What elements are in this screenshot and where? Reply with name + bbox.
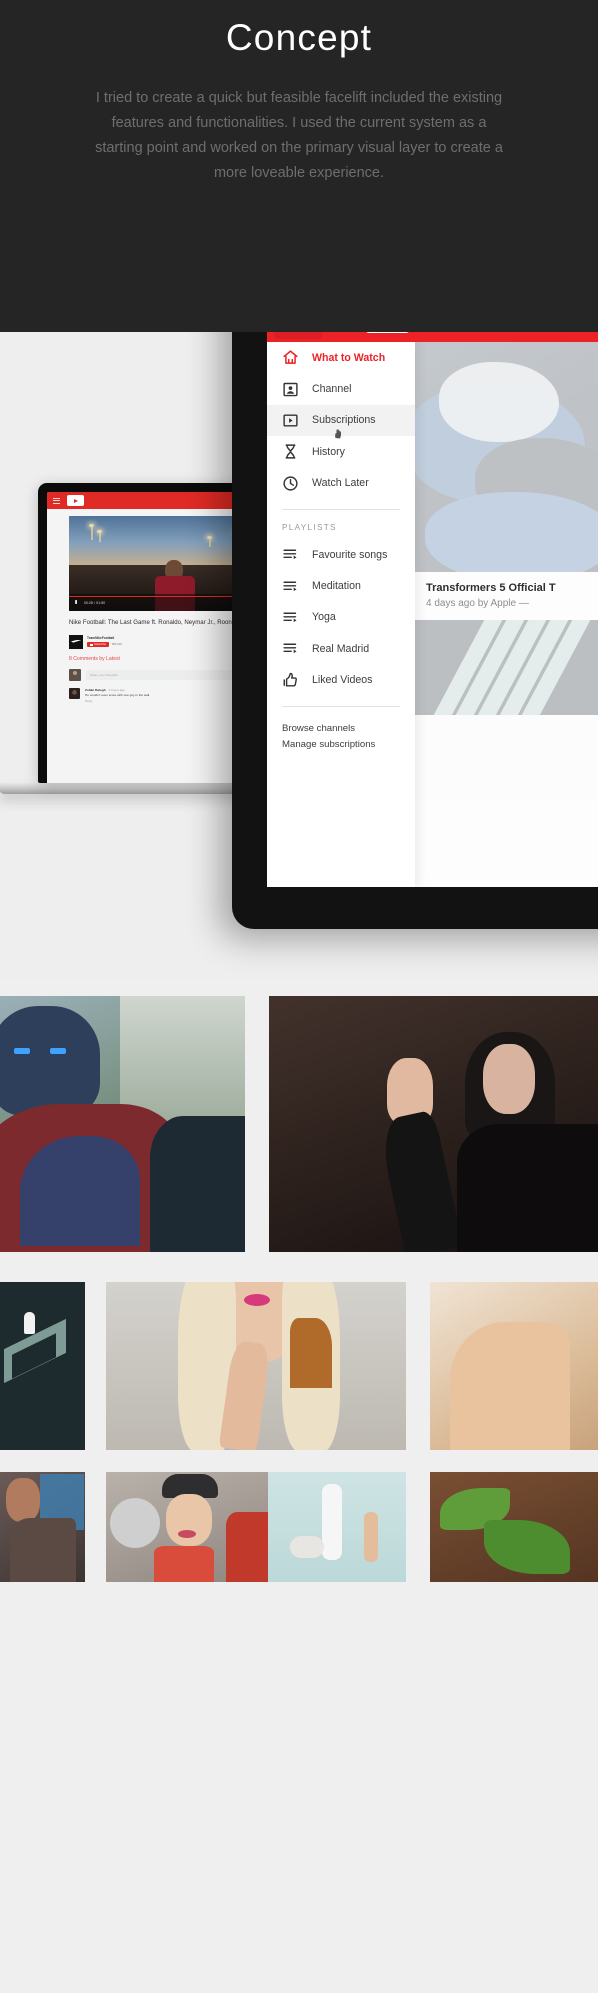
navigation-drawer: What to Watch Channel Subscriptions Hist…	[267, 332, 415, 887]
gallery-image-maleficent[interactable]	[269, 996, 598, 1252]
playlist-play-icon	[282, 609, 299, 626]
gallery-image-music-video[interactable]	[0, 1472, 85, 1582]
gallery-image-white-studio[interactable]	[268, 1472, 406, 1582]
youtube-logo-icon[interactable]	[365, 332, 410, 333]
subscribe-label: Subscribe	[93, 643, 106, 647]
drawer-item-what-to-watch[interactable]: What to Watch	[267, 342, 415, 373]
manage-subscriptions-link[interactable]: Manage subscriptions	[282, 737, 415, 754]
tablet-topbar	[267, 332, 598, 342]
subscriptions-icon	[282, 412, 299, 429]
gallery-image-transformers[interactable]	[0, 996, 245, 1252]
youtube-mini-icon	[90, 643, 93, 646]
tablet-screen: Transformers 5 Official T 4 days ago by …	[267, 332, 598, 887]
playlists-header: PLAYLISTS	[282, 522, 337, 532]
gallery-row-2	[0, 1282, 598, 1454]
drawer-item-label: Subscriptions	[312, 414, 376, 427]
subscribe-button[interactable]: Subscribe	[87, 641, 109, 648]
youtube-logo-icon[interactable]	[67, 495, 84, 506]
tablet-mockup: Transformers 5 Official T 4 days ago by …	[232, 332, 598, 929]
drawer-item-label: What to Watch	[312, 351, 386, 364]
avatar	[69, 687, 80, 699]
hamburger-icon[interactable]	[274, 332, 322, 339]
drawer-item-watch-later[interactable]: Watch Later	[267, 468, 415, 499]
comment-time: 2 hours ago	[108, 687, 125, 692]
playlist-play-icon	[282, 546, 299, 563]
featured-title: Transformers 5 Official T	[426, 582, 556, 594]
browse-channels-link[interactable]: Browse channels	[282, 721, 415, 738]
drawer-footer: Browse channels Manage subscriptions	[267, 707, 415, 754]
drawer-item-label: Meditation	[312, 580, 361, 593]
reply-button[interactable]: Reply	[85, 699, 150, 703]
hero-description: I tried to create a quick but feasible f…	[95, 90, 503, 182]
featured-meta: 4 days ago by Apple —	[426, 598, 529, 609]
drawer-item-label: Yoga	[312, 611, 336, 624]
channel-avatar[interactable]	[69, 634, 83, 649]
account-box-icon	[282, 381, 299, 398]
hamburger-icon[interactable]	[53, 497, 60, 504]
gallery-image-skin-tone[interactable]	[430, 1282, 598, 1450]
drawer-item-label: Watch Later	[312, 477, 369, 490]
drawer-item-subscriptions[interactable]: Subscriptions	[267, 404, 415, 439]
featured-caption: Transformers 5 Official T 4 days ago by …	[415, 572, 598, 620]
volume-icon[interactable]	[75, 600, 79, 604]
gallery-image-isometric[interactable]	[0, 1282, 85, 1450]
drawer-item-yoga[interactable]: Yoga	[267, 602, 415, 633]
drawer-item-meditation[interactable]: Meditation	[267, 570, 415, 601]
gallery-row-1	[0, 996, 598, 1252]
clock-icon	[282, 475, 299, 492]
drawer-item-real-madrid[interactable]: Real Madrid	[267, 633, 415, 664]
gallery-image-green-leaves[interactable]	[430, 1472, 598, 1582]
tablet-content: Transformers 5 Official T 4 days ago by …	[415, 332, 598, 887]
avatar	[69, 668, 81, 681]
comment-author: Zoltán Balogh 2 hours ago	[85, 688, 150, 692]
player-time: 00:28 / 01:50	[84, 600, 106, 605]
comments-count: 8 Comments	[69, 655, 98, 662]
thumb-up-icon	[282, 672, 299, 689]
drawer-item-label: Liked Videos	[312, 674, 373, 687]
playlist-play-icon	[282, 640, 299, 657]
gallery-image-blonde-singer[interactable]	[106, 1282, 406, 1450]
comment-text: He couldn't even score with one guy in t…	[85, 693, 151, 698]
drawer-item-label: Channel	[312, 383, 352, 396]
drawer-item-history[interactable]: History	[267, 436, 415, 467]
gallery-row-3	[0, 1472, 598, 1592]
playlist-play-icon	[282, 578, 299, 595]
channel-name[interactable]: TeamNikeFootball	[87, 636, 122, 640]
hourglass-icon	[282, 443, 299, 460]
drawer-item-liked-videos[interactable]: Liked Videos	[267, 665, 415, 696]
drawer-item-channel[interactable]: Channel	[267, 373, 415, 404]
subscriber-count: 863,918	[111, 643, 122, 647]
page-title: Concept	[225, 17, 373, 58]
gallery-image-cap-boombox[interactable]	[106, 1472, 281, 1582]
drawer-item-label: Real Madrid	[312, 642, 370, 655]
drawer-item-label: History	[312, 445, 345, 458]
hero-section: Concept I tried to create a quick but fe…	[0, 0, 598, 332]
drawer-item-label: Favourite songs	[312, 548, 388, 561]
device-showcase: Search YouTube	[0, 332, 598, 980]
comment-author-name: Zoltán Balogh	[85, 687, 106, 692]
home-icon	[282, 349, 299, 366]
drawer-item-favourite-songs[interactable]: Favourite songs	[267, 539, 415, 570]
comments-sort[interactable]: by Latest	[99, 656, 120, 662]
